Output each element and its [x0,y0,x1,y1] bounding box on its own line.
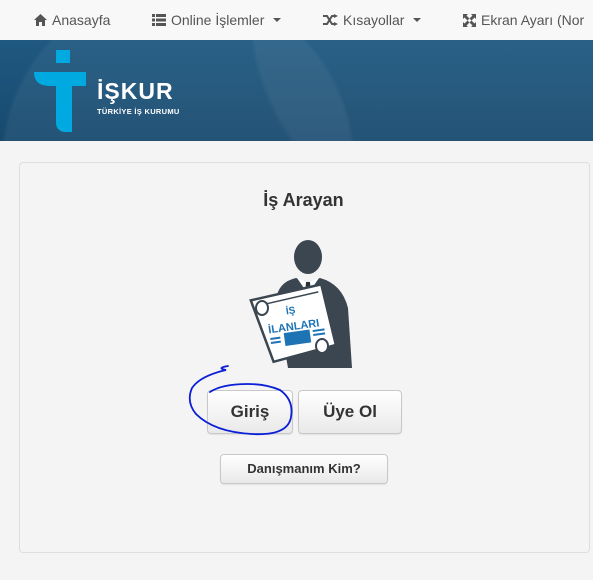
header-banner: İŞKUR TÜRKİYE İŞ KURUMU [0,40,593,141]
home-icon [34,14,47,26]
chevron-down-icon [413,18,422,22]
nav-kisayollar[interactable]: Kısayollar [323,0,422,40]
nav-home-label: Anasayfa [52,12,111,28]
job-seeker-illustration-icon: İŞ İLANLARI [249,240,352,368]
register-button[interactable]: Üye Ol [298,390,402,434]
iskur-logo-icon [34,50,86,132]
nav-kisayollar-label: Kısayollar [343,12,405,28]
shuffle-icon [323,14,338,26]
list-icon [152,14,166,26]
chevron-down-icon [273,18,282,22]
card-title: İş Arayan [263,190,344,210]
nav-online-islemler[interactable]: Online İşlemler [152,0,282,40]
nav-online-label: Online İşlemler [171,12,265,28]
advisor-button[interactable]: Danışmanım Kim? [220,454,388,484]
logo-text: İŞKUR [97,78,174,104]
expand-icon [463,13,476,27]
nav-ekran-label: Ekran Ayarı (Nor [481,12,585,28]
nav-ekran-ayari[interactable]: Ekran Ayarı (Nor [463,0,584,40]
hand-drawn-circle-annotation [188,365,293,436]
nav-home[interactable]: Anasayfa [34,0,110,40]
top-navbar: Anasayfa Online İşlemler Kısayollar Ekra… [0,0,593,41]
logo-subtitle: TÜRKİYE İŞ KURUMU [97,107,180,116]
